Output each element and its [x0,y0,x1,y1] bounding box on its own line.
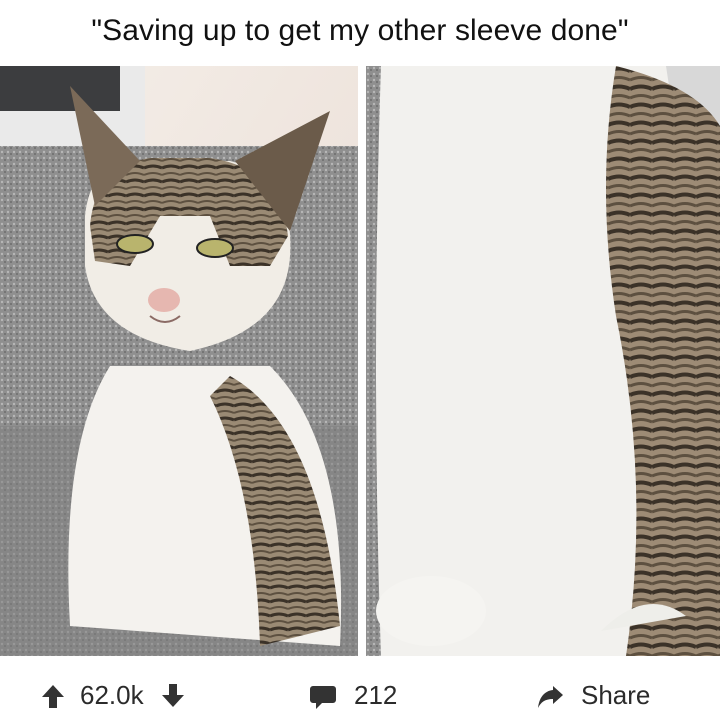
vote-group: 62.0k [38,680,188,711]
comments-button[interactable]: 212 [308,680,397,711]
comment-bubble-icon [308,681,338,711]
arrow-up-icon[interactable] [38,681,68,711]
share-arrow-icon [535,681,565,711]
comment-count: 212 [354,680,398,710]
vote-count: 62.0k [80,680,144,710]
cat-left-illustration [0,66,358,656]
cat-photo-left [0,66,358,656]
share-button[interactable]: Share [535,680,650,711]
post-image[interactable] [0,66,720,656]
post-actions-bar: 62.0k 212 Share [0,672,720,720]
post-title: "Saving up to get my other sleeve done" [91,14,629,47]
arrow-down-icon[interactable] [158,681,188,711]
cat-right-illustration [366,66,720,656]
cat-photo-right [366,66,720,656]
share-label: Share [581,680,651,710]
